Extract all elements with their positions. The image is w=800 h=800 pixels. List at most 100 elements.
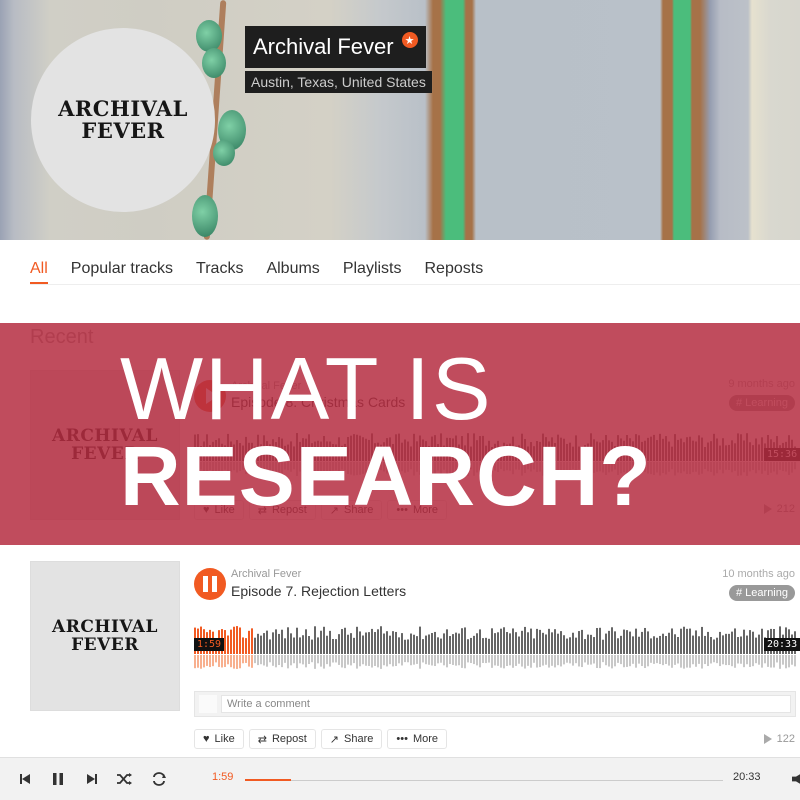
repeat-icon	[153, 772, 166, 786]
waveform-bar	[719, 631, 721, 654]
previous-button[interactable]	[16, 770, 34, 788]
waveform-bar	[308, 636, 310, 654]
waveform-bar-reflection	[257, 655, 259, 666]
waveform-bar-reflection	[467, 655, 469, 663]
waveform-bar-reflection	[431, 655, 433, 666]
waveform-bar-reflection	[332, 655, 334, 663]
comment-input[interactable]: Write a comment	[221, 695, 791, 713]
waveform-bar-reflection	[794, 655, 796, 667]
tab-all[interactable]: All	[30, 240, 48, 284]
pause-button[interactable]	[194, 568, 226, 600]
volume-icon[interactable]	[792, 773, 800, 785]
waveform-bar	[482, 638, 484, 654]
artist-avatar[interactable]: ARCHIVAL FEVER	[31, 28, 215, 212]
waveform-bar	[746, 635, 748, 654]
waveform-bar-reflection	[740, 655, 742, 664]
tab-albums[interactable]: Albums	[266, 240, 319, 284]
playback-progress[interactable]	[245, 779, 723, 781]
more-button[interactable]: ••• More	[387, 729, 447, 749]
waveform-bar-reflection	[374, 655, 376, 666]
waveform-bar-reflection	[488, 655, 490, 663]
track-waveform[interactable]	[194, 618, 796, 678]
waveform-bar	[224, 630, 226, 654]
repost-button[interactable]: ⇄ Repost	[248, 729, 316, 749]
waveform-bar-reflection	[593, 655, 595, 664]
waveform-bar	[377, 629, 379, 654]
shuffle-button[interactable]	[115, 770, 133, 788]
tab-reposts[interactable]: Reposts	[425, 240, 484, 284]
waveform-bar-reflection	[722, 655, 724, 665]
skip-next-icon	[87, 774, 97, 784]
waveform-bar-reflection	[599, 655, 601, 669]
waveform-bar-reflection	[371, 655, 373, 668]
waveform-bar	[338, 634, 340, 654]
waveform-bar	[602, 639, 604, 654]
waveform-bar	[260, 635, 262, 654]
waveform-bar-reflection	[611, 655, 613, 669]
waveform-bar-reflection	[377, 655, 379, 668]
like-button[interactable]: ♥ Like	[194, 729, 244, 749]
share-button[interactable]: ↗ Share	[320, 729, 383, 749]
waveform-bar	[236, 626, 238, 654]
waveform-bar	[629, 631, 631, 654]
banner-leaf	[213, 140, 235, 166]
waveform-bar	[233, 626, 235, 654]
pause-button[interactable]	[49, 770, 67, 788]
waveform-bar-reflection	[650, 655, 652, 663]
pause-icon	[203, 576, 217, 592]
waveform-bar-reflection	[347, 655, 349, 665]
waveform-bar	[305, 629, 307, 654]
tab-tracks[interactable]: Tracks	[196, 240, 243, 284]
waveform-bar	[284, 638, 286, 654]
waveform-bar-reflection	[206, 655, 208, 666]
waveform-bar-reflection	[707, 655, 709, 667]
waveform-bar-reflection	[557, 655, 559, 666]
track-artist[interactable]: Archival Fever	[231, 568, 301, 580]
waveform-bar-reflection	[473, 655, 475, 665]
waveform-bar	[542, 632, 544, 654]
waveform-bar	[611, 627, 613, 654]
waveform-bar	[368, 632, 370, 654]
tab-popular-tracks[interactable]: Popular tracks	[71, 240, 173, 284]
waveform-bar-reflection	[419, 655, 421, 669]
waveform-bar	[425, 635, 427, 654]
waveform-bar	[410, 633, 412, 654]
waveform-bar	[272, 632, 274, 654]
waveform-bar	[443, 633, 445, 654]
tab-playlists[interactable]: Playlists	[343, 240, 402, 284]
waveform-bar	[269, 639, 271, 654]
next-button[interactable]	[83, 770, 101, 788]
waveform-bar	[329, 630, 331, 654]
waveform-bar-reflection	[242, 655, 244, 664]
playback-bar: 1:59 20:33	[0, 757, 800, 800]
track-tag[interactable]: # Learning	[729, 585, 795, 601]
track-artwork[interactable]: ARCHIVAL FEVER	[30, 561, 180, 711]
waveform-bar-reflection	[437, 655, 439, 664]
artist-location: Austin, Texas, United States	[245, 71, 432, 93]
waveform-bar	[446, 629, 448, 654]
user-avatar	[199, 695, 217, 713]
waveform-bar	[680, 628, 682, 654]
waveform-bar	[485, 637, 487, 654]
waveform-bar-reflection	[713, 655, 715, 663]
waveform-bar-reflection	[236, 655, 238, 669]
waveform-bar-reflection	[596, 655, 598, 668]
waveform-bar	[287, 627, 289, 654]
waveform-bar	[632, 636, 634, 654]
waveform-bar-reflection	[698, 655, 700, 664]
waveform-bar	[266, 630, 268, 654]
waveform-bar	[473, 635, 475, 654]
repeat-button[interactable]	[150, 770, 168, 788]
waveform-bar	[398, 637, 400, 654]
waveform-bar-reflection	[383, 655, 385, 666]
waveform-bar-reflection	[308, 655, 310, 664]
share-icon: ↗	[329, 733, 340, 746]
waveform-bar	[521, 630, 523, 654]
waveform-bar	[494, 633, 496, 654]
track-title[interactable]: Episode 7. Rejection Letters	[231, 583, 406, 599]
waveform-bar	[350, 633, 352, 654]
waveform-bar-reflection	[776, 655, 778, 663]
waveform-bar	[257, 633, 259, 654]
waveform-bar-reflection	[737, 655, 739, 664]
profile-banner: ARCHIVAL FEVER Archival Fever ★ Austin, …	[0, 0, 800, 240]
